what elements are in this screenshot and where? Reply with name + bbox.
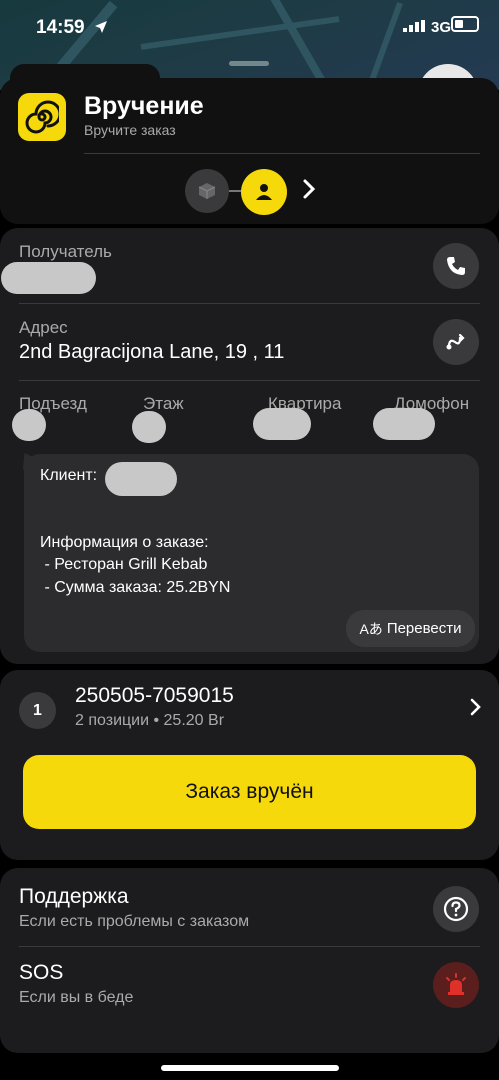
address-label: Адрес — [19, 318, 68, 337]
divider — [84, 153, 480, 154]
recipient-label: Получатель — [19, 242, 112, 261]
translate-icon: Aあ — [359, 620, 383, 637]
support-button[interactable] — [433, 886, 479, 932]
apartment-value-redacted — [253, 408, 311, 440]
sos-button[interactable] — [433, 962, 479, 1008]
page-title: Вручение — [84, 92, 204, 120]
status-time: 14:59 — [36, 17, 85, 38]
recipient-name-redacted — [1, 262, 96, 294]
sos-title[interactable]: SOS — [19, 961, 63, 985]
phone-icon — [447, 257, 465, 275]
order-info-title: Информация о заказе: — [40, 534, 209, 551]
sheet-grabber[interactable] — [229, 61, 269, 66]
support-title[interactable]: Поддержка — [19, 885, 129, 909]
client-label: Клиент: — [40, 467, 98, 484]
chevron-right-icon[interactable] — [302, 178, 316, 205]
step-person-icon — [241, 169, 287, 215]
page-subtitle: Вручите заказ — [84, 122, 176, 138]
order-delivered-button[interactable]: Заказ вручён — [23, 755, 476, 829]
order-number-badge: 1 — [19, 692, 56, 729]
step-package-icon — [185, 169, 229, 213]
order-info-restaurant: - Ресторан Grill Kebab — [40, 556, 208, 573]
route-button[interactable] — [433, 319, 479, 365]
app-logo-icon — [18, 93, 66, 141]
support-subtitle: Если есть проблемы с заказом — [19, 913, 250, 930]
sos-subtitle: Если вы в беде — [19, 989, 134, 1006]
order-chevron-icon[interactable] — [470, 698, 482, 721]
signal-icon — [402, 19, 425, 36]
status-indicators: 3G — [402, 19, 451, 36]
order-id[interactable]: 250505-7059015 — [75, 684, 234, 708]
question-icon — [443, 896, 469, 922]
divider — [19, 380, 480, 381]
route-icon — [446, 333, 465, 350]
location-arrow-icon — [94, 20, 108, 39]
divider — [19, 303, 480, 304]
translate-label: Перевести — [386, 620, 462, 637]
step-connector — [229, 190, 241, 192]
siren-icon — [446, 973, 466, 995]
home-indicator[interactable] — [161, 1065, 339, 1071]
address-value: 2nd Bagracijona Lane, 19 , 11 — [19, 341, 285, 363]
intercom-value-redacted — [373, 408, 435, 440]
order-summary: 2 позиции • 25.20 Br — [75, 712, 225, 729]
call-button[interactable] — [433, 243, 479, 289]
network-type: 3G — [430, 19, 451, 36]
entrance-value-redacted — [12, 409, 46, 441]
battery-icon — [451, 16, 479, 32]
order-info-sum: - Сумма заказа: 25.2BYN — [40, 579, 231, 596]
translate-button[interactable]: Aあ Перевести — [346, 610, 475, 647]
floor-value-redacted — [132, 411, 166, 443]
divider — [19, 946, 480, 947]
client-name-redacted — [105, 462, 177, 496]
